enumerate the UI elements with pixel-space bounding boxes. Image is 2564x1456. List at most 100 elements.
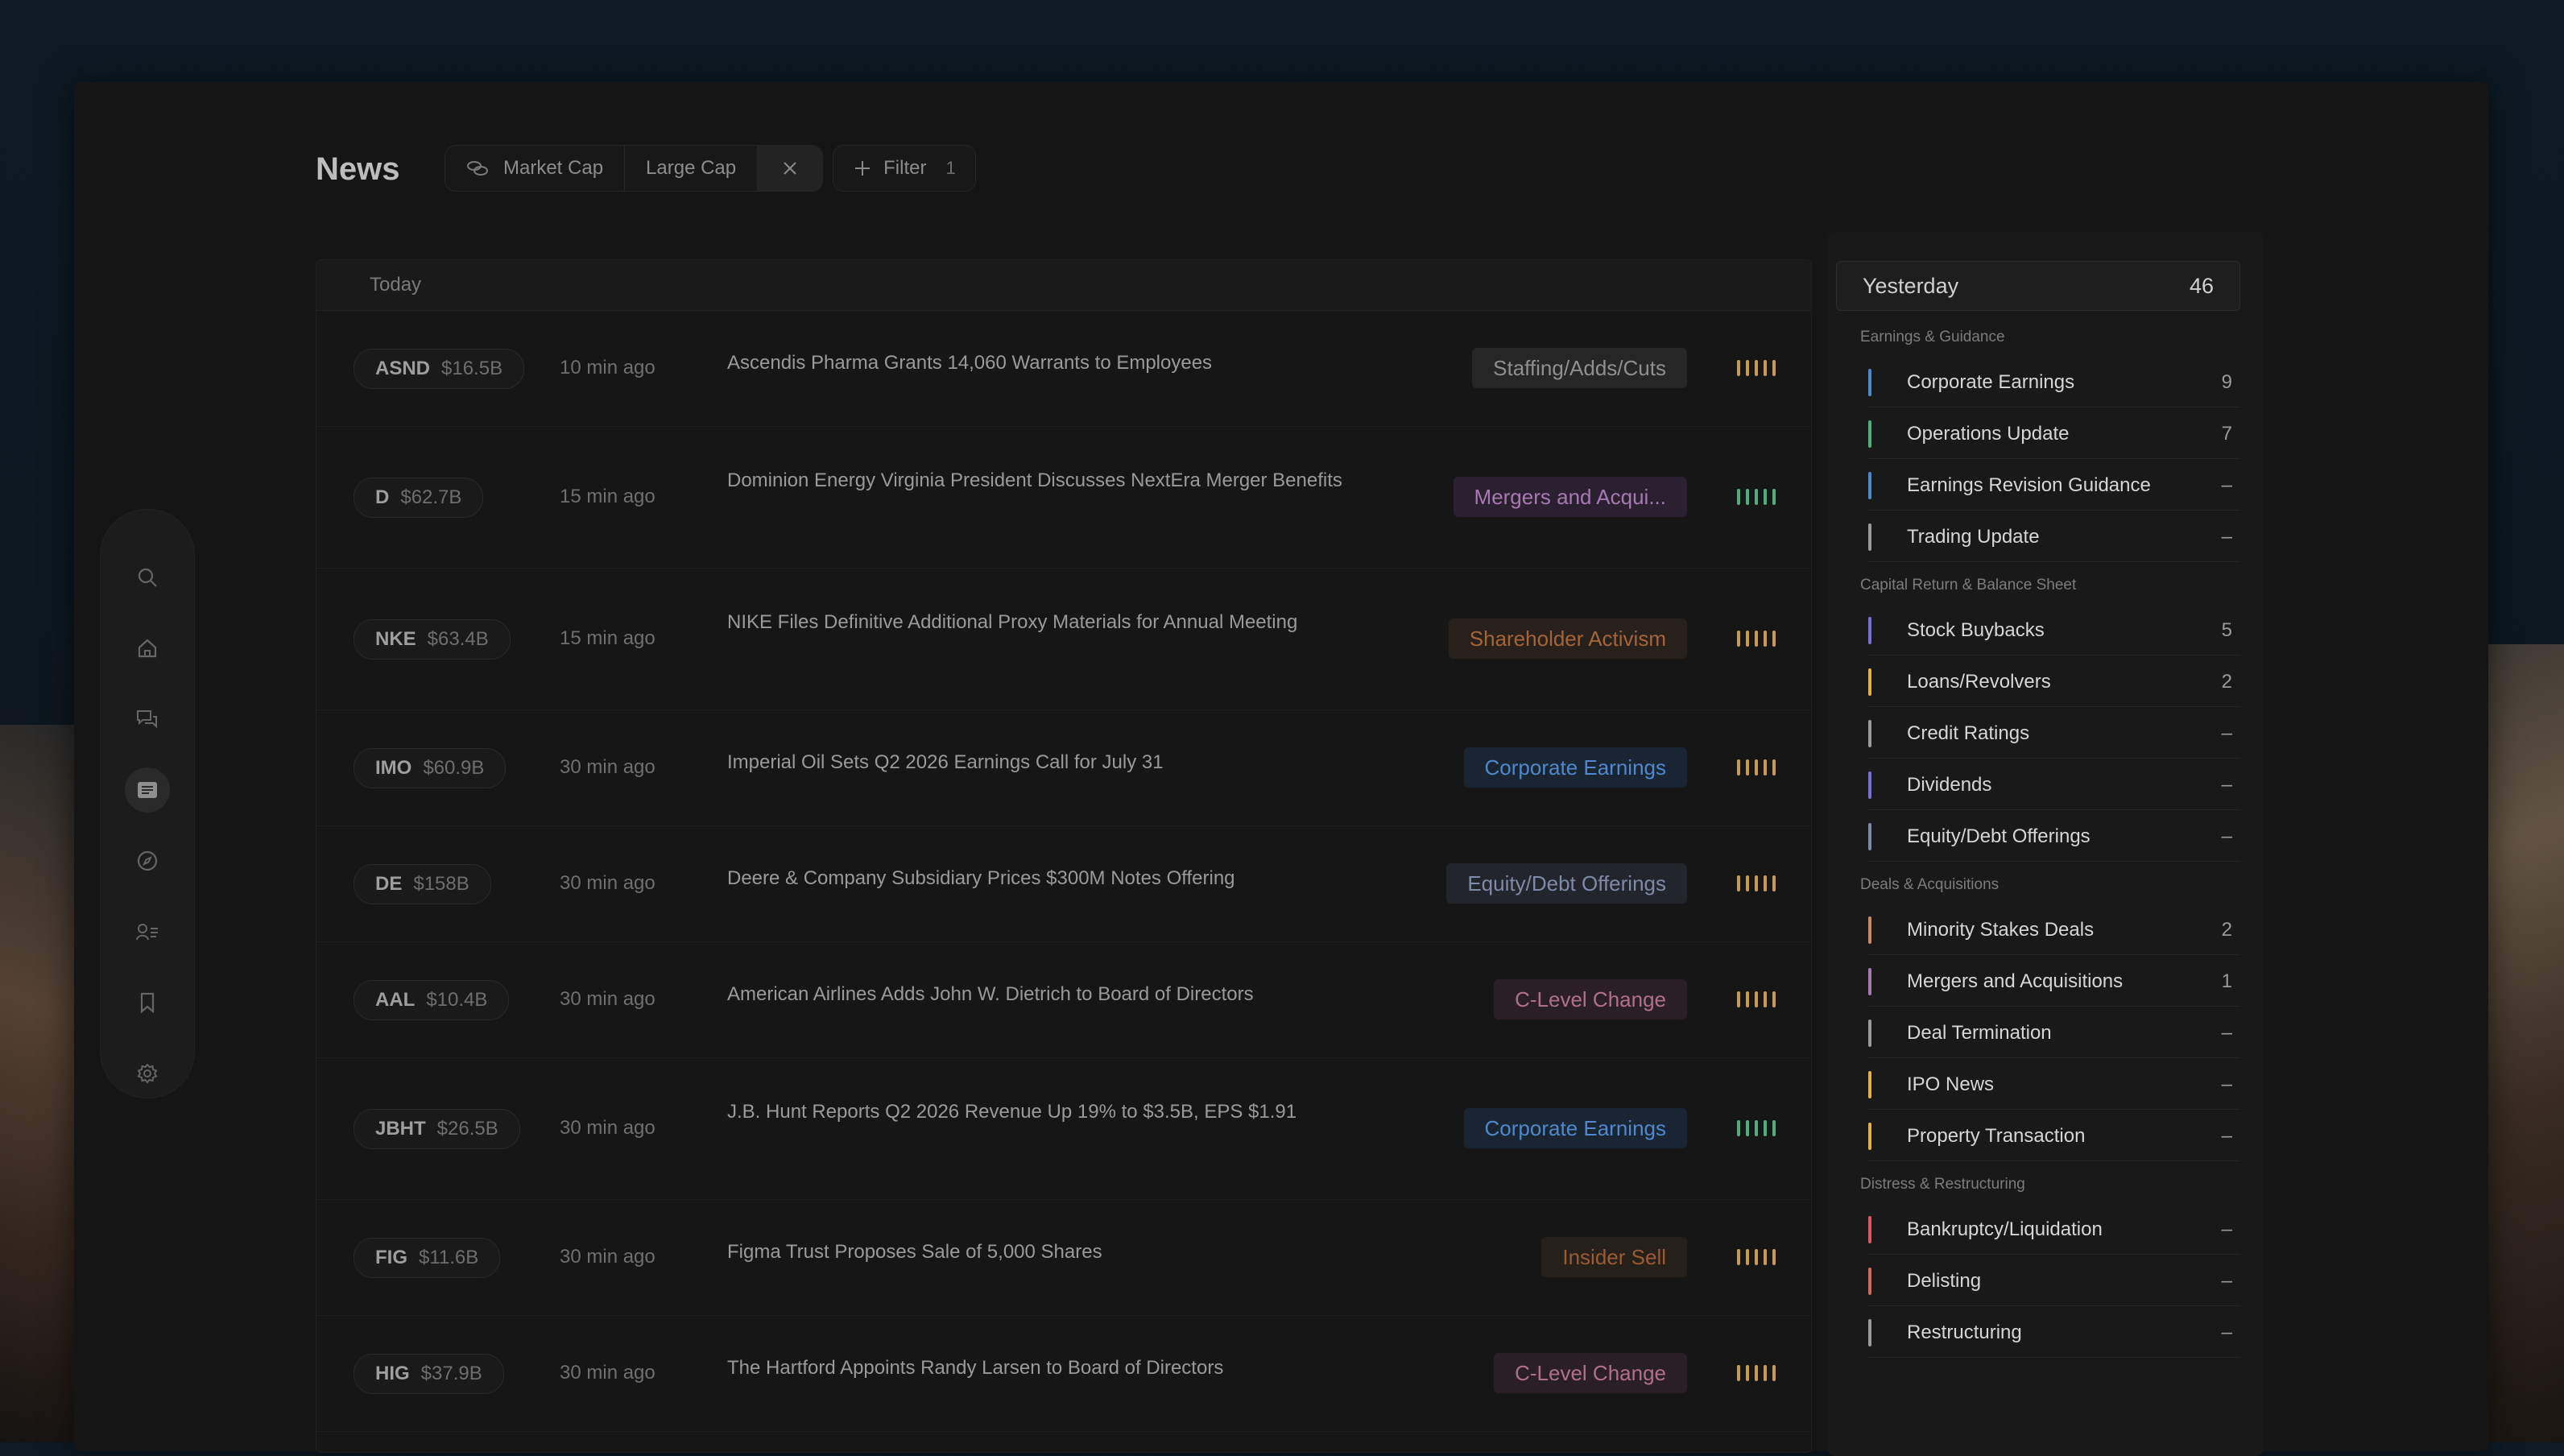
search-icon [138,568,157,587]
headline[interactable]: The Hartford Appoints Randy Larsen to Bo… [727,1352,1355,1384]
category-item[interactable]: Earnings Revision Guidance – [1868,461,2240,511]
ticker-pill[interactable]: NKE $63.4B [354,619,511,660]
category-label: Equity/Debt Offerings [1907,825,2090,847]
category-item[interactable]: Mergers and Acquisitions 1 [1868,957,2240,1007]
remove-filter-button[interactable] [758,146,823,191]
category-item[interactable]: Credit Ratings – [1868,709,2240,759]
headline[interactable]: J.B. Hunt Reports Q2 2026 Revenue Up 19%… [727,1096,1355,1128]
category-item[interactable]: Dividends – [1868,760,2240,810]
category-color-indicator [1868,1318,1871,1346]
ticker-pill[interactable]: AAL $10.4B [354,980,510,1020]
category-item[interactable]: Operations Update 7 [1868,409,2240,459]
panel-header[interactable]: Yesterday 46 [1836,261,2240,311]
ticker-symbol: JBHT [375,1118,426,1140]
headline[interactable]: Figma Trust Proposes Sale of 5,000 Share… [727,1236,1355,1268]
category-item[interactable]: IPO News – [1868,1060,2240,1110]
news-row[interactable]: NKE $63.4B 15 min ago NIKE Files Definit… [316,568,1811,710]
page-title: News [316,151,400,187]
ticker-pill[interactable]: DE $158B [354,864,491,904]
category-color-indicator [1868,916,1871,944]
market-cap: $26.5B [436,1118,498,1140]
category-item[interactable]: Delisting – [1868,1256,2240,1306]
news-row[interactable]: AAL $10.4B 30 min ago American Airlines … [316,941,1811,1058]
news-row[interactable]: ASND $16.5B 10 min ago Ascendis Pharma G… [316,310,1811,427]
headline[interactable]: American Airlines Adds John W. Dietrich … [727,978,1355,1011]
category-item[interactable]: Stock Buybacks 5 [1868,606,2240,656]
category-label: Corporate Earnings [1907,370,2075,393]
category-tag[interactable]: Corporate Earnings [1463,1108,1687,1148]
category-item[interactable]: Loans/Revolvers 2 [1868,657,2240,707]
category-tag[interactable]: Equity/Debt Offerings [1446,863,1687,904]
ticker-pill[interactable]: D $62.7B [354,478,484,518]
nav-bookmarks[interactable] [125,980,170,1025]
headline[interactable]: Deere & Company Subsidiary Prices $300M … [727,862,1355,895]
market-cap: $62.7B [400,486,462,508]
timestamp: 30 min ago [560,756,655,778]
category-tag[interactable]: Corporate Earnings [1463,747,1687,788]
news-row[interactable]: D $62.7B 15 min ago Dominion Energy Virg… [316,426,1811,569]
category-color-indicator [1868,1122,1871,1150]
category-count: – [2221,474,2232,496]
category-count: 9 [2221,370,2232,393]
filter-value[interactable]: Large Cap [625,146,759,191]
signal-strength-icon [1737,489,1776,505]
nav-explore[interactable] [125,838,170,883]
category-tag[interactable]: Shareholder Activism [1448,618,1687,659]
category-label: Bankruptcy/Liquidation [1907,1218,2103,1240]
nav-home[interactable] [125,626,170,671]
news-row[interactable]: FIG $11.6B 30 min ago Figma Trust Propos… [316,1199,1811,1316]
category-item[interactable]: Minority Stakes Deals 2 [1868,905,2240,955]
category-item[interactable]: Restructuring – [1868,1308,2240,1358]
ticker-pill[interactable]: HIG $37.9B [354,1354,504,1394]
category-item[interactable]: Corporate Earnings 9 [1868,358,2240,407]
news-row[interactable]: DE $158B 30 min ago Deere & Company Subs… [316,825,1811,942]
category-count: – [2221,722,2232,744]
nav-chat[interactable] [125,697,170,742]
category-item[interactable]: Trading Update – [1868,512,2240,562]
category-count: 7 [2221,422,2232,445]
category-color-indicator [1868,1215,1871,1243]
category-count: 2 [2221,918,2232,941]
news-row[interactable]: IMO $60.9B 30 min ago Imperial Oil Sets … [316,709,1811,826]
category-tag[interactable]: Mergers and Acqui... [1453,477,1687,517]
ticker-pill[interactable]: JBHT $26.5B [354,1109,520,1149]
ticker-symbol: IMO [375,757,412,779]
category-color-indicator [1868,523,1871,551]
nav-search[interactable] [125,555,170,600]
headline[interactable]: Ascendis Pharma Grants 14,060 Warrants t… [727,347,1355,379]
ticker-pill[interactable]: FIG $11.6B [354,1238,501,1278]
category-count: – [2221,1269,2232,1292]
nav-settings[interactable] [125,1051,170,1096]
timestamp: 15 min ago [560,486,655,507]
ticker-symbol: DE [375,873,403,895]
category-tag[interactable]: C-Level Change [1494,1353,1687,1393]
category-item[interactable]: Deal Termination – [1868,1008,2240,1058]
headline[interactable]: Dominion Energy Virginia President Discu… [727,465,1355,497]
add-filter-button[interactable]: Filter 1 [833,145,976,192]
nav-contacts[interactable] [125,909,170,954]
category-item[interactable]: Bankruptcy/Liquidation – [1868,1205,2240,1255]
category-color-indicator [1868,1019,1871,1047]
panel-total-count: 46 [2189,273,2214,298]
category-count: – [2221,825,2232,847]
contacts-icon [136,924,158,941]
category-color-indicator [1868,1070,1871,1098]
headline[interactable]: Imperial Oil Sets Q2 2026 Earnings Call … [727,747,1355,779]
headline[interactable]: NIKE Files Definitive Additional Proxy M… [727,606,1355,639]
news-row[interactable]: JBHT $26.5B 30 min ago J.B. Hunt Reports… [316,1057,1811,1200]
nav-news[interactable] [125,767,170,813]
category-tag[interactable]: Staffing/Adds/Cuts [1472,348,1687,388]
filter-count-badge: 1 [945,158,956,178]
category-label: Property Transaction [1907,1124,2086,1147]
category-color-indicator [1868,471,1871,499]
news-row[interactable]: HIG $37.9B 30 min ago The Hartford Appoi… [316,1315,1811,1432]
category-tag[interactable]: Insider Sell [1541,1237,1687,1277]
category-count: 2 [2221,670,2232,693]
category-item[interactable]: Property Transaction – [1868,1111,2240,1161]
ticker-pill[interactable]: IMO $60.9B [354,748,507,788]
category-item[interactable]: Equity/Debt Offerings – [1868,812,2240,862]
filter-field[interactable]: Market Cap [445,146,626,191]
category-tag[interactable]: C-Level Change [1494,979,1687,1020]
ticker-pill[interactable]: ASND $16.5B [354,349,525,389]
category-panel: Yesterday 46 Earnings & Guidance Corpora… [1828,232,2263,1456]
